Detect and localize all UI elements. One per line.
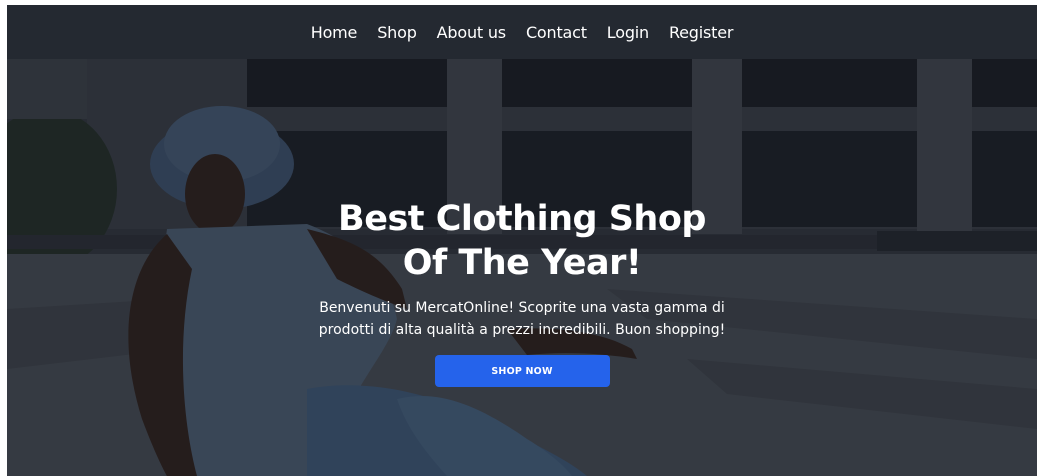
nav-link-shop[interactable]: Shop [377, 23, 417, 42]
nav-item-register: Register [669, 23, 733, 42]
shop-now-button[interactable]: SHOP NOW [434, 355, 610, 387]
hero-content: Best Clothing Shop Of The Year! Benvenut… [7, 197, 1037, 387]
nav-link-contact[interactable]: Contact [526, 23, 587, 42]
hero-title: Best Clothing Shop Of The Year! [312, 197, 732, 285]
nav-item-home: Home [311, 23, 358, 42]
hero-title-line-2: Of The Year! [402, 243, 642, 283]
nav-link-login[interactable]: Login [607, 23, 649, 42]
hero-section: Best Clothing Shop Of The Year! Benvenut… [7, 59, 1037, 476]
nav-item-shop: Shop [377, 23, 417, 42]
hero-description: Benvenuti su MercatOnline! Scoprite una … [318, 300, 726, 338]
nav-link-register[interactable]: Register [669, 23, 733, 42]
nav-link-home[interactable]: Home [311, 23, 358, 42]
nav-menu: Home Shop About us Contact Login Registe… [311, 23, 734, 42]
hero-title-line-1: Best Clothing Shop [338, 199, 706, 239]
page-frame: Home Shop About us Contact Login Registe… [7, 5, 1037, 476]
navbar: Home Shop About us Contact Login Registe… [7, 5, 1037, 59]
nav-item-login: Login [607, 23, 649, 42]
nav-link-about[interactable]: About us [437, 23, 506, 42]
nav-item-contact: Contact [526, 23, 587, 42]
nav-item-about: About us [437, 23, 506, 42]
